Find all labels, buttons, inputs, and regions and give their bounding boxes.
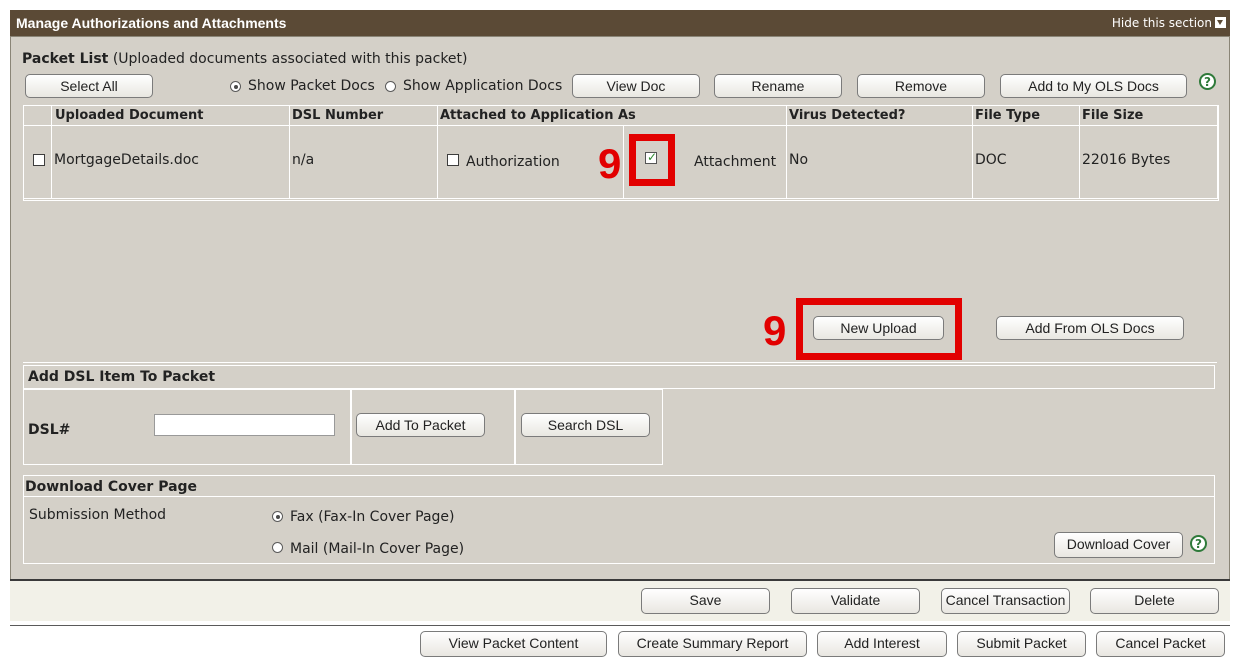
mail-radio[interactable] — [272, 542, 283, 553]
delete-button[interactable]: Delete — [1090, 588, 1219, 614]
show-packet-docs-radio[interactable] — [230, 81, 241, 92]
cancel-transaction-button[interactable]: Cancel Transaction — [941, 588, 1070, 614]
divider — [10, 625, 1230, 626]
cover-section-header: Download Cover Page — [23, 475, 1215, 497]
table-row-select-cell — [24, 126, 52, 199]
add-from-ols-docs-button[interactable]: Add From OLS Docs — [996, 316, 1184, 340]
step-number-annotation: 9 — [598, 140, 622, 187]
save-button[interactable]: Save — [641, 588, 770, 614]
dsl-section-header: Add DSL Item To Packet — [23, 365, 1215, 389]
add-to-packet-cell: Add To Packet — [351, 389, 515, 465]
column-header: Virus Detected? — [787, 106, 973, 126]
authorization-cell: Authorization — [438, 126, 624, 199]
create-summary-report-button[interactable]: Create Summary Report — [618, 631, 807, 657]
help-icon[interactable]: ? — [1190, 535, 1207, 552]
submit-packet-button[interactable]: Submit Packet — [957, 631, 1086, 657]
file-size-cell: 22016 Bytes — [1080, 126, 1218, 199]
attachments-panel: Packet List (Uploaded documents associat… — [10, 36, 1230, 580]
fax-label: Fax (Fax-In Cover Page) — [290, 509, 455, 525]
table-header-select — [24, 106, 52, 126]
search-dsl-cell: Search DSL — [515, 389, 663, 465]
select-all-button[interactable]: Select All — [25, 74, 153, 98]
packet-list-title: Packet List — [22, 51, 109, 67]
show-application-docs-radio[interactable] — [385, 81, 396, 92]
section-title: Manage Authorizations and Attachments — [16, 15, 287, 31]
footer-actions-bar: Save Validate Cancel Transaction Delete — [10, 579, 1230, 621]
cover-section-heading: Download Cover Page — [25, 479, 198, 495]
column-header: File Type — [973, 106, 1080, 126]
add-to-my-ols-docs-button[interactable]: Add to My OLS Docs — [1000, 74, 1187, 98]
packet-list-heading: Packet List (Uploaded documents associat… — [22, 51, 468, 67]
cancel-packet-button[interactable]: Cancel Packet — [1096, 631, 1225, 657]
file-type-cell: DOC — [973, 126, 1080, 199]
add-interest-button[interactable]: Add Interest — [817, 631, 947, 657]
authorization-checkbox[interactable] — [447, 154, 459, 166]
cover-section-body: Submission Method Fax (Fax-In Cover Page… — [23, 497, 1215, 564]
file-type: DOC — [975, 152, 1007, 168]
dsl-section-heading: Add DSL Item To Packet — [28, 369, 216, 385]
add-to-packet-button[interactable]: Add To Packet — [356, 413, 485, 437]
dsl-number: n/a — [292, 152, 315, 168]
attachment-checkbox[interactable]: ✓ — [645, 150, 658, 164]
authorization-label: Authorization — [466, 154, 560, 170]
fax-radio[interactable] — [272, 511, 283, 522]
attachment-label: Attachment — [694, 154, 777, 170]
row-select-checkbox[interactable] — [33, 154, 45, 166]
file-size: 22016 Bytes — [1082, 152, 1171, 168]
help-icon[interactable]: ? — [1199, 73, 1216, 90]
column-header: DSL Number — [290, 106, 438, 126]
search-dsl-button[interactable]: Search DSL — [521, 413, 650, 437]
virus-cell: No — [787, 126, 973, 199]
column-header: Attached to Application As — [438, 106, 787, 126]
show-packet-docs-label: Show Packet Docs — [248, 78, 375, 94]
new-upload-button[interactable]: New Upload — [813, 316, 944, 340]
column-header: Uploaded Document — [52, 106, 290, 126]
dsl-number-cell: n/a — [290, 126, 438, 199]
step-number-annotation: 9 — [763, 307, 787, 354]
rename-button[interactable]: Rename — [714, 74, 842, 98]
download-cover-button[interactable]: Download Cover — [1054, 532, 1183, 558]
checkmark-icon: ✓ — [647, 150, 658, 164]
collapse-icon[interactable] — [1215, 17, 1226, 28]
column-header: File Size — [1080, 106, 1218, 126]
dsl-field-label: DSL# — [28, 422, 71, 438]
section-title-bar: Manage Authorizations and Attachments Hi… — [10, 10, 1230, 36]
submission-method-label: Submission Method — [29, 507, 167, 523]
virus-detected: No — [789, 152, 809, 168]
view-doc-button[interactable]: View Doc — [572, 74, 700, 98]
view-packet-content-button[interactable]: View Packet Content — [420, 631, 607, 657]
divider — [23, 362, 1217, 363]
hide-section-link[interactable]: Hide this section — [1112, 16, 1212, 30]
validate-button[interactable]: Validate — [791, 588, 920, 614]
show-application-docs-label: Show Application Docs — [403, 78, 563, 94]
remove-button[interactable]: Remove — [857, 74, 985, 98]
table-row: MortgageDetails.doc — [52, 126, 290, 199]
dsl-field-cell: DSL# — [23, 389, 351, 465]
document-name: MortgageDetails.doc — [54, 152, 199, 168]
mail-label: Mail (Mail-In Cover Page) — [290, 541, 465, 557]
packet-list-subtitle: (Uploaded documents associated with this… — [112, 51, 468, 67]
dsl-number-input[interactable] — [154, 414, 335, 436]
